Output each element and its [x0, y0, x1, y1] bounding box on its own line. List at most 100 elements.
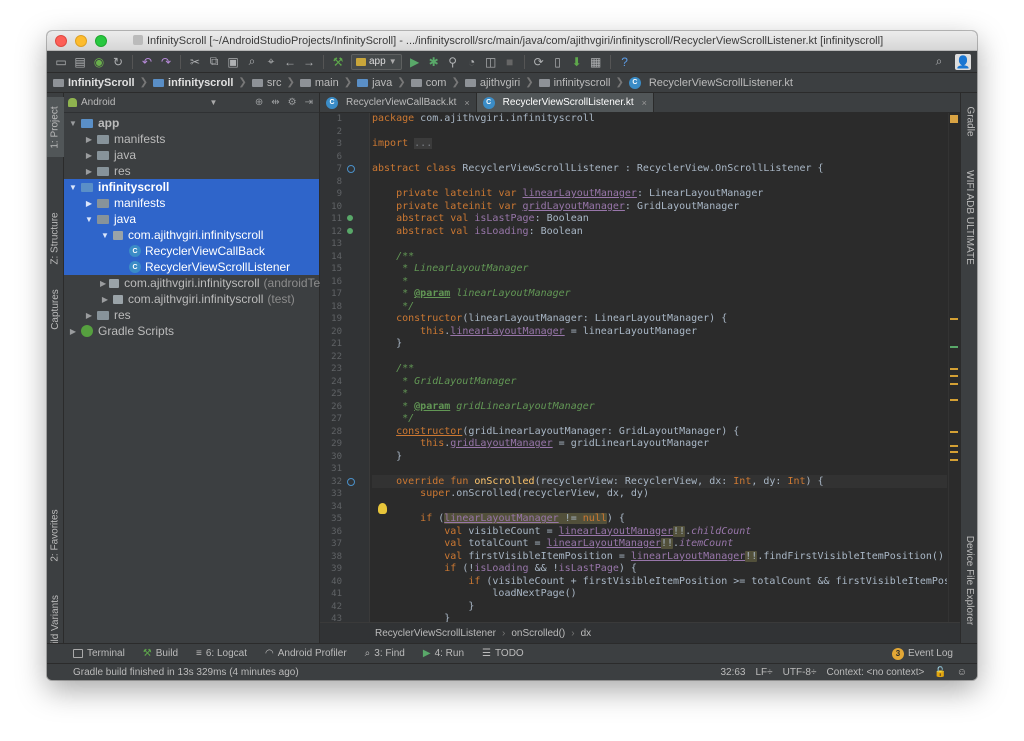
coverage-icon[interactable]: ◫: [483, 54, 499, 70]
refresh-icon[interactable]: ↻: [110, 54, 126, 70]
target-icon[interactable]: ⊕: [255, 97, 263, 108]
lock-icon[interactable]: 🔓: [934, 667, 946, 678]
event-log-button[interactable]: 3 Event Log: [891, 647, 953, 660]
override-marker-icon[interactable]: [347, 165, 355, 173]
tree-item[interactable]: ▼ java: [64, 211, 319, 227]
tab-favorites[interactable]: 2: Favorites: [47, 503, 64, 568]
tree-item[interactable]: ▶ Gradle Scripts: [64, 323, 319, 339]
override-marker-icon[interactable]: [347, 477, 355, 486]
tree-item[interactable]: ▶ res: [64, 307, 319, 323]
tab-wifi-adb[interactable]: WIFI ADB ULTIMATE: [961, 157, 977, 277]
profile-icon[interactable]: ◔: [464, 54, 480, 70]
tree-item[interactable]: ▶ manifests: [64, 131, 319, 147]
tree-item[interactable]: C RecyclerViewScrollListener: [64, 259, 319, 275]
crumb-main[interactable]: main: [299, 77, 339, 89]
back-nav-icon[interactable]: ←: [282, 54, 298, 70]
replace-icon[interactable]: ⌖: [263, 54, 279, 70]
tab-android-profiler[interactable]: ◠ Android Profiler: [265, 648, 347, 659]
tree-item[interactable]: ▶ com.ajithvgiri.infinityscroll (androidTe: [64, 275, 320, 291]
tree-item[interactable]: ▶ java: [64, 147, 319, 163]
chevron-right-icon[interactable]: ▶: [84, 199, 94, 208]
tree-item[interactable]: ▶ manifests: [64, 195, 319, 211]
chevron-down-icon[interactable]: ▼: [68, 119, 78, 128]
copy-icon[interactable]: ⧉: [206, 54, 222, 70]
save-icon[interactable]: ▤: [72, 54, 88, 70]
stop-icon[interactable]: ■: [502, 54, 518, 70]
lightbulb-icon[interactable]: [378, 503, 387, 514]
layout-icon[interactable]: ▦: [588, 54, 604, 70]
project-view-select[interactable]: Android ▼ ⊕ ⇹ ⚙ ⇥: [64, 93, 319, 113]
chevron-right-icon[interactable]: ▶: [84, 311, 94, 320]
tab-project[interactable]: 1: Project: [47, 97, 64, 157]
tab-recyclerviewcallback[interactable]: C RecyclerViewCallBack.kt ×: [320, 93, 477, 112]
chevron-right-icon[interactable]: ▶: [68, 327, 78, 336]
crumb-file[interactable]: C RecyclerViewScrollListener.kt: [628, 76, 793, 89]
breadcrumb-function[interactable]: onScrolled(): [511, 628, 565, 639]
tree-item[interactable]: ▼ app: [64, 115, 319, 131]
back-icon[interactable]: ↶: [139, 54, 155, 70]
gear-icon[interactable]: ⚙: [288, 97, 297, 108]
crumb-java[interactable]: java: [357, 77, 392, 89]
tree-item[interactable]: ▶ res: [64, 163, 319, 179]
breadcrumb-class[interactable]: RecyclerViewScrollListener: [375, 628, 496, 639]
build-icon[interactable]: ⚒: [330, 54, 346, 70]
tab-terminal[interactable]: Terminal: [73, 648, 125, 659]
chevron-down-icon[interactable]: ▼: [100, 231, 110, 240]
error-stripe[interactable]: [948, 113, 960, 622]
chevron-right-icon[interactable]: ▶: [84, 151, 94, 160]
tab-build[interactable]: ⚒ Build: [143, 648, 178, 659]
chevron-right-icon[interactable]: ▶: [84, 167, 94, 176]
tab-find[interactable]: ⌕ 3: Find: [365, 648, 405, 659]
inspector-icon[interactable]: ☺: [957, 667, 967, 678]
crumb-com[interactable]: com: [410, 77, 446, 89]
chevron-right-icon[interactable]: ▶: [100, 295, 110, 304]
tree-item[interactable]: ▼ infinityscroll: [64, 179, 319, 195]
code-editor[interactable]: package com.ajithvgiri.infinityscroll im…: [372, 113, 947, 622]
debug-icon[interactable]: ✱: [426, 54, 442, 70]
tab-logcat[interactable]: ≡ 6: Logcat: [196, 648, 247, 659]
avd-icon[interactable]: ▯: [550, 54, 566, 70]
tab-recyclerviewscrolllistener[interactable]: C RecyclerViewScrollListener.kt ×: [476, 93, 654, 112]
crumb-project[interactable]: InfinityScroll: [53, 77, 135, 89]
line-separator[interactable]: LF÷: [755, 667, 772, 678]
zoom-window-button[interactable]: [95, 34, 107, 47]
tab-structure[interactable]: Z: Structure: [47, 203, 64, 273]
chevron-right-icon[interactable]: ▶: [84, 135, 94, 144]
sync-icon[interactable]: ◉: [91, 54, 107, 70]
tree-item[interactable]: ▶ com.ajithvgiri.infinityscroll (test): [64, 291, 319, 307]
tree-item[interactable]: C RecyclerViewCallBack: [64, 243, 319, 259]
chevron-down-icon[interactable]: ▼: [68, 183, 78, 192]
crumb-ajithvgiri[interactable]: ajithvgiri: [464, 77, 520, 89]
find-icon[interactable]: ⌕: [244, 54, 260, 70]
run-icon[interactable]: ▶: [407, 54, 423, 70]
search-icon[interactable]: ⌕: [931, 54, 947, 70]
file-encoding[interactable]: UTF-8÷: [783, 667, 817, 678]
sdk-icon[interactable]: ⬇: [569, 54, 585, 70]
forward-icon[interactable]: ↷: [158, 54, 174, 70]
tab-captures[interactable]: Captures: [47, 283, 64, 335]
close-window-button[interactable]: [55, 34, 67, 47]
run-config-select[interactable]: app ▼: [351, 53, 402, 70]
cut-icon[interactable]: ✂: [187, 54, 203, 70]
crumb-module[interactable]: infinityscroll: [153, 77, 233, 89]
implemented-marker-icon[interactable]: [347, 227, 353, 234]
forward-nav-icon[interactable]: →: [301, 54, 317, 70]
attach-icon[interactable]: ⚲: [445, 54, 461, 70]
close-icon[interactable]: ×: [642, 98, 647, 108]
hide-icon[interactable]: ⇥: [305, 97, 313, 108]
tree-item[interactable]: ▼ com.ajithvgiri.infinityscroll: [64, 227, 319, 243]
tab-gradle[interactable]: Gradle: [961, 97, 977, 145]
chevron-right-icon[interactable]: ▶: [100, 279, 106, 288]
caret-position[interactable]: 32:63: [720, 667, 745, 678]
tab-device-file-explorer[interactable]: Device File Explorer: [961, 525, 977, 635]
implemented-marker-icon[interactable]: [347, 215, 353, 221]
collapse-icon[interactable]: ⇹: [271, 97, 279, 108]
user-icon[interactable]: 👤: [955, 53, 971, 70]
tab-run[interactable]: ▶ 4: Run: [423, 648, 464, 659]
minimize-window-button[interactable]: [75, 34, 87, 47]
help-icon[interactable]: ?: [617, 54, 633, 70]
breadcrumb-param[interactable]: dx: [581, 628, 592, 639]
chevron-down-icon[interactable]: ▼: [84, 215, 94, 224]
paste-icon[interactable]: ▣: [225, 54, 241, 70]
close-icon[interactable]: ×: [464, 98, 469, 108]
